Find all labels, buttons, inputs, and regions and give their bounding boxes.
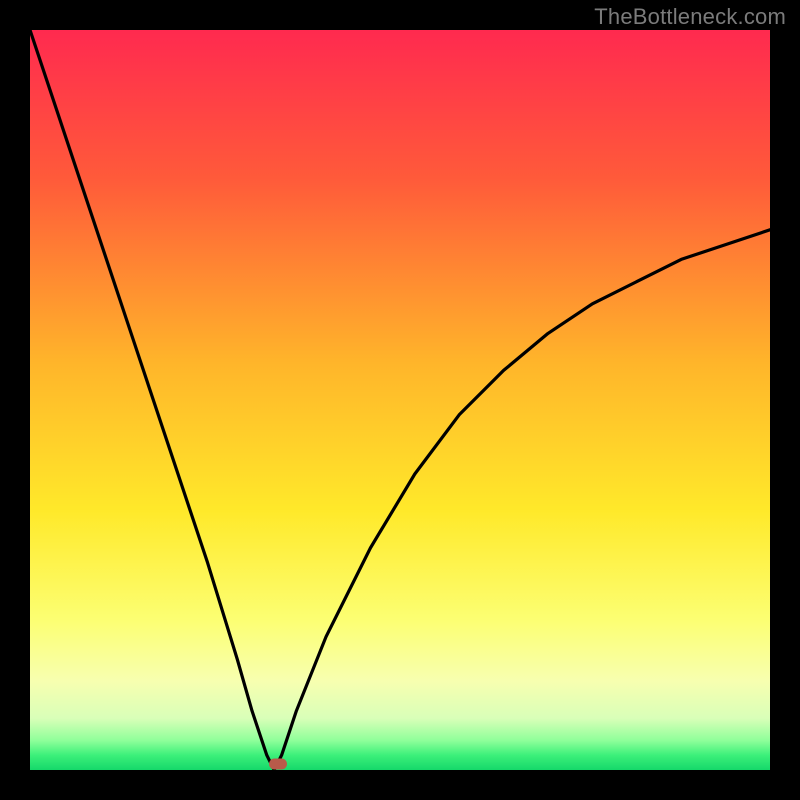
minimum-marker — [269, 759, 287, 770]
watermark-text: TheBottleneck.com — [594, 4, 786, 30]
plot-area — [30, 30, 770, 770]
bottleneck-curve — [30, 30, 770, 770]
chart-frame: TheBottleneck.com — [0, 0, 800, 800]
